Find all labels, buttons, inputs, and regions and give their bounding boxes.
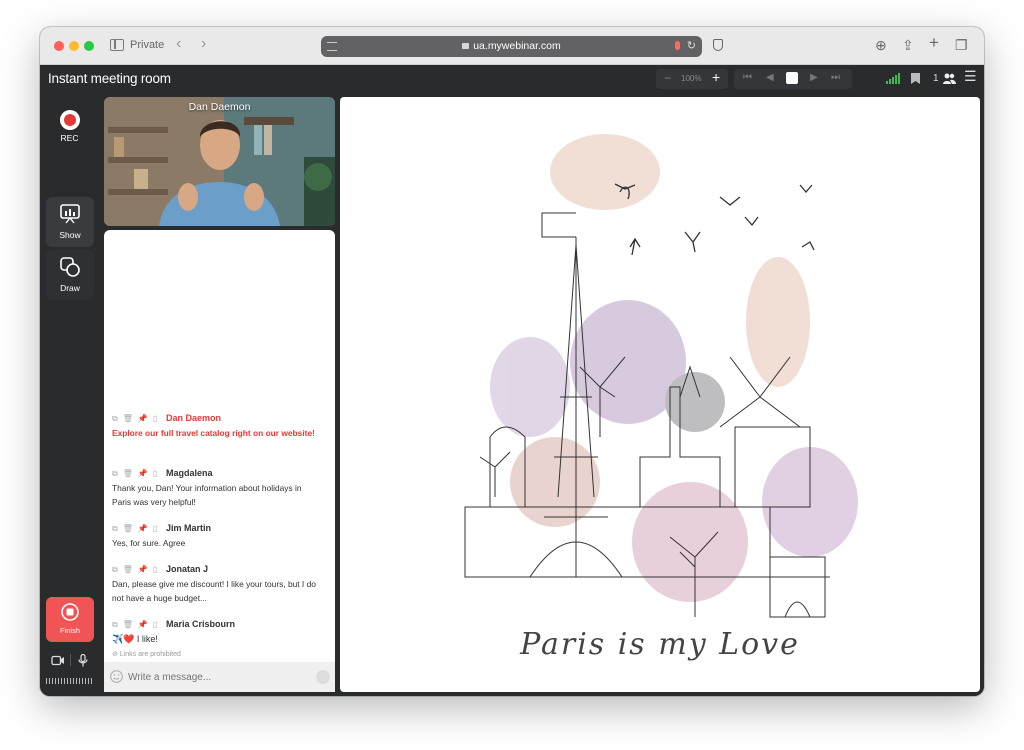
message-text: ✈️❤️ I like! [112, 634, 158, 644]
room-title: Instant meeting room [48, 71, 171, 86]
lock-icon [462, 43, 470, 49]
finish-button[interactable]: Finish [46, 597, 94, 642]
message-text: Thank you, Dan! Your information about h… [112, 483, 302, 507]
browser-toolbar: Private ‹ › ua.mywebinar.com ↻ ⊕ ⇪ + ❐ [40, 27, 984, 65]
downloads-icon[interactable]: ⊕ [875, 36, 887, 54]
menu-icon[interactable]: ☰ [964, 68, 977, 85]
message-text: Explore our full travel catalog right on… [112, 428, 315, 438]
forward-icon[interactable]: › [201, 36, 206, 52]
signal-strength-icon [886, 73, 900, 84]
page-menu-icon[interactable] [327, 42, 337, 51]
message-author: Jonatan J [166, 564, 209, 574]
message-author: Jim Martin [166, 523, 212, 533]
presentation-icon [60, 204, 80, 224]
chat-message-input[interactable] [128, 669, 308, 685]
bookmark-icon[interactable] [911, 73, 920, 84]
chat-input-bar [104, 662, 335, 692]
show-label: Show [59, 230, 81, 240]
record-button[interactable] [59, 109, 81, 131]
presenter-video[interactable]: Dan Daemon [104, 97, 335, 226]
meeting-content: Dan Daemon ⧉🗑📌▯ Dan Daemon Explore our f… [99, 93, 984, 696]
send-button[interactable] [316, 670, 330, 684]
show-tool-button[interactable]: Show [46, 197, 94, 247]
tool-sidebar: REC Show Draw Finish [40, 93, 99, 696]
new-tab-icon[interactable]: + [929, 34, 939, 52]
url-text: ua.mywebinar.com [473, 40, 561, 52]
reload-icon[interactable]: ↻ [687, 40, 696, 53]
draw-label: Draw [60, 283, 80, 293]
zoom-in-icon[interactable]: + [712, 69, 720, 85]
zoom-out-icon[interactable]: − [664, 71, 671, 85]
finish-label: Finish [59, 626, 80, 635]
message-actions-icons[interactable]: ⧉🗑📌▯ [112, 414, 162, 424]
previous-slide-icon[interactable]: ◀ [766, 72, 774, 83]
share-icon[interactable]: ⇪ [902, 36, 914, 54]
message-actions-icons[interactable]: ⧉🗑📌▯ [112, 620, 162, 630]
participants-count: 1 [933, 73, 939, 84]
slide-caption: Paris is my Love [520, 627, 800, 662]
emoji-icon[interactable] [110, 670, 123, 683]
zoom-level: 100% [681, 74, 702, 83]
privacy-shield-icon[interactable] [713, 39, 723, 51]
presenter-video-frame [104, 97, 335, 226]
message-author: Dan Daemon [166, 413, 222, 423]
chat-panel: ⧉🗑📌▯ Dan Daemon Explore our full travel … [104, 230, 335, 692]
message-author: Maria Crisbourn [166, 619, 236, 629]
close-window-button[interactable] [54, 41, 64, 51]
app-header: Instant meeting room − 100% + ⏮ ◀ ▶ ⏭ 1 … [40, 65, 984, 93]
shapes-icon [60, 257, 80, 277]
message-author: Magdalena [166, 468, 213, 478]
next-slide-icon[interactable]: ▶ [810, 72, 818, 83]
paris-illustration [464, 134, 858, 618]
presentation-slide: Paris is my Love [340, 97, 980, 692]
slide-navigation: ⏮ ◀ ▶ ⏭ [734, 69, 852, 89]
participants-icon[interactable] [943, 73, 956, 84]
minimize-window-button[interactable] [69, 41, 79, 51]
back-icon[interactable]: ‹ [176, 36, 181, 52]
zoom-window-button[interactable] [84, 41, 94, 51]
divider [70, 654, 71, 666]
camera-icon[interactable] [51, 655, 65, 666]
private-mode-label: Private [130, 39, 165, 51]
message-actions-icons[interactable]: ⧉🗑📌▯ [112, 469, 162, 479]
rec-label: REC [60, 133, 79, 143]
links-prohibited-text: Links are prohibited [119, 651, 181, 658]
browser-window: Private ‹ › ua.mywebinar.com ↻ ⊕ ⇪ + ❐ I… [40, 27, 984, 696]
presenter-name: Dan Daemon [188, 101, 251, 113]
draw-tool-button[interactable]: Draw [46, 250, 94, 300]
sidebar-toggle-icon[interactable] [110, 39, 124, 51]
links-prohibited-notice: ⊘ Links are prohibited [112, 651, 181, 658]
first-slide-icon[interactable]: ⏮ [743, 72, 752, 83]
message-text: Dan, please give me discount! I like you… [112, 579, 316, 603]
message-text: Yes, for sure. Agree [112, 538, 186, 548]
message-actions-icons[interactable]: ⧉🗑📌▯ [112, 565, 162, 575]
audio-level-meter [46, 678, 94, 684]
message-actions-icons[interactable]: ⧉🗑📌▯ [112, 524, 162, 534]
last-slide-icon[interactable]: ⏭ [831, 72, 840, 83]
tab-overview-icon[interactable]: ❐ [955, 36, 968, 54]
microphone-icon[interactable] [78, 654, 88, 667]
address-bar[interactable]: ua.mywebinar.com ↻ [321, 36, 702, 57]
zoom-control: − 100% + [656, 69, 728, 89]
microphone-in-use-icon[interactable] [675, 41, 680, 50]
stop-icon [61, 603, 79, 621]
current-slide-indicator[interactable] [786, 72, 798, 84]
